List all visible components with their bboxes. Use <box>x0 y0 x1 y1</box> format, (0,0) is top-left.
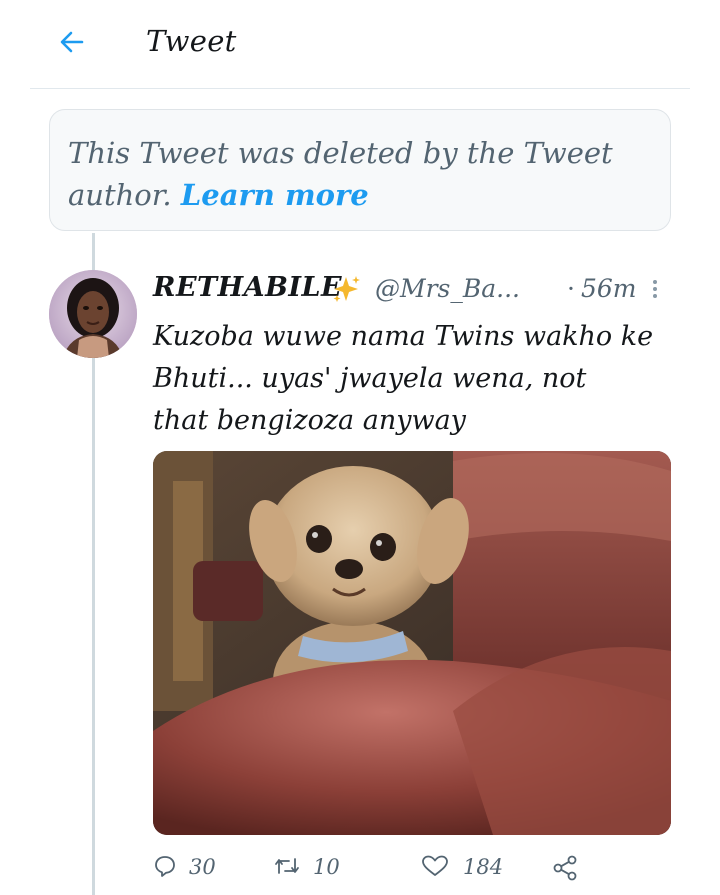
learn-more-link[interactable]: Learn more <box>181 178 369 212</box>
deleted-tweet-notice: This Tweet was deleted by the Tweet auth… <box>49 109 671 231</box>
like-count: 184 <box>463 855 504 879</box>
share-icon <box>553 855 577 881</box>
reply-button[interactable]: 30 <box>153 852 233 886</box>
tweet-photo[interactable] <box>153 451 671 835</box>
like-button[interactable]: 184 <box>421 852 511 886</box>
tweet-actions: 30 10 184 <box>153 852 673 888</box>
sparkles-icon <box>331 274 361 304</box>
tweet-header: RETHABILE @Mrs_Ba... · 56m <box>153 272 673 312</box>
retweet-icon <box>275 858 299 874</box>
user-handle[interactable]: @Mrs_Ba... <box>375 274 520 303</box>
avatar[interactable] <box>49 270 137 358</box>
page-title: Tweet <box>146 24 237 58</box>
more-options-icon[interactable] <box>648 276 662 304</box>
header-divider <box>30 88 690 89</box>
tweet-text: Kuzoba wuwe nama Twins wakho ke Bhuti...… <box>153 321 654 436</box>
display-name[interactable]: RETHABILE <box>153 272 342 303</box>
retweet-button[interactable]: 10 <box>273 852 353 886</box>
reply-count: 30 <box>189 855 216 879</box>
tweet-page: Tweet This Tweet was deleted by the Twee… <box>0 0 720 895</box>
notice-text-block: This Tweet was deleted by the Tweet auth… <box>68 132 648 216</box>
top-bar: Tweet <box>0 0 720 88</box>
share-button[interactable] <box>551 852 581 886</box>
separator-dot: · <box>567 274 575 303</box>
back-arrow-icon[interactable] <box>58 28 86 56</box>
reply-icon <box>155 856 175 877</box>
timestamp[interactable]: 56m <box>581 274 637 303</box>
retweet-count: 10 <box>313 855 340 879</box>
heart-icon <box>422 855 448 876</box>
